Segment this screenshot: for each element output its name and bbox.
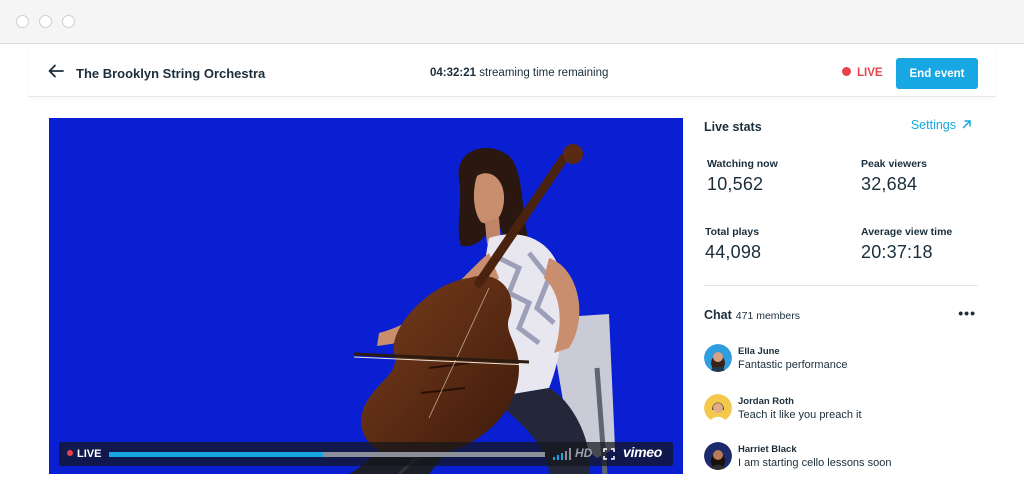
stat-label: Watching now <box>707 158 778 170</box>
signal-strength-icon <box>553 448 571 460</box>
player-live-indicator: LIVE <box>67 448 101 460</box>
vimeo-logo[interactable]: vimeo <box>623 444 662 460</box>
event-title: The Brooklyn String Orchestra <box>76 66 266 81</box>
player-live-label: LIVE <box>77 448 102 460</box>
event-header: The Brooklyn String Orchestra 04:32:21 s… <box>28 44 996 97</box>
chat-message: Jordan Roth Teach it like you preach it <box>704 394 978 426</box>
chat-author: Ella June <box>738 346 780 357</box>
external-arrow-icon <box>962 120 971 129</box>
chat-member-count: 471 members <box>735 310 800 322</box>
back-arrow-icon[interactable] <box>48 64 64 78</box>
stat-peak-viewers: Peak viewers 32,684 <box>861 158 991 195</box>
chat-title: Chat <box>704 308 732 322</box>
chat-text: Fantastic performance <box>738 359 848 371</box>
settings-label: Settings <box>910 118 956 132</box>
stat-value: 32,684 <box>861 174 918 194</box>
streaming-time-remaining: 04:32:21 streaming time remaining <box>430 67 608 79</box>
live-stats-title: Live stats <box>704 120 762 134</box>
stat-total-plays: Total plays 44,098 <box>705 226 835 263</box>
fullscreen-icon[interactable] <box>603 448 615 460</box>
stat-value: 10,562 <box>707 174 764 194</box>
progress-bar-fill <box>109 452 323 457</box>
window-title-bar <box>0 0 1024 44</box>
chat-text: Teach it like you preach it <box>738 409 862 421</box>
side-panel: Live stats Settings Watching now 10,562 … <box>704 110 978 480</box>
stat-value: 44,098 <box>705 242 762 262</box>
live-dot-icon <box>842 67 851 76</box>
stat-label: Average view time <box>861 226 953 238</box>
progress-bar[interactable] <box>109 452 545 457</box>
avatar[interactable] <box>704 394 732 422</box>
settings-link[interactable]: Settings <box>911 118 972 132</box>
video-frame-cellist <box>349 144 615 474</box>
chat-message: Ella June Fantastic performance <box>704 344 978 376</box>
window-zoom-button[interactable] <box>62 15 75 28</box>
window-close-button[interactable] <box>16 15 29 28</box>
chat-text: I am starting cello lessons soon <box>738 457 892 469</box>
end-event-button[interactable]: End event <box>896 58 978 89</box>
more-icon[interactable]: ••• <box>958 305 976 321</box>
stat-label: Peak viewers <box>861 158 927 170</box>
time-remaining-label: streaming time remaining <box>479 67 609 79</box>
player-controls: LIVE HD vimeo <box>59 442 673 466</box>
avatar[interactable] <box>704 442 732 470</box>
player-live-dot-icon <box>67 450 73 456</box>
live-label: LIVE <box>857 67 883 79</box>
live-indicator: LIVE <box>842 67 883 79</box>
window-minimize-button[interactable] <box>39 15 52 28</box>
stat-average-view-time: Average view time 20:37:18 <box>861 226 991 263</box>
stat-watching-now: Watching now 10,562 <box>707 158 837 195</box>
stat-label: Total plays <box>705 226 760 238</box>
chat-author: Harriet Black <box>738 444 797 455</box>
chat-author: Jordan Roth <box>738 396 794 407</box>
avatar[interactable] <box>704 344 732 372</box>
hd-quality-button[interactable]: HD <box>575 446 592 460</box>
chat-message: Harriet Black I am starting cello lesson… <box>704 442 978 474</box>
time-remaining-value: 04:32:21 <box>430 67 477 79</box>
divider <box>704 285 978 286</box>
chat-header: Chat 471 members <box>704 308 800 322</box>
stat-value: 20:37:18 <box>861 242 933 262</box>
video-player[interactable]: LIVE HD vimeo <box>49 118 683 474</box>
